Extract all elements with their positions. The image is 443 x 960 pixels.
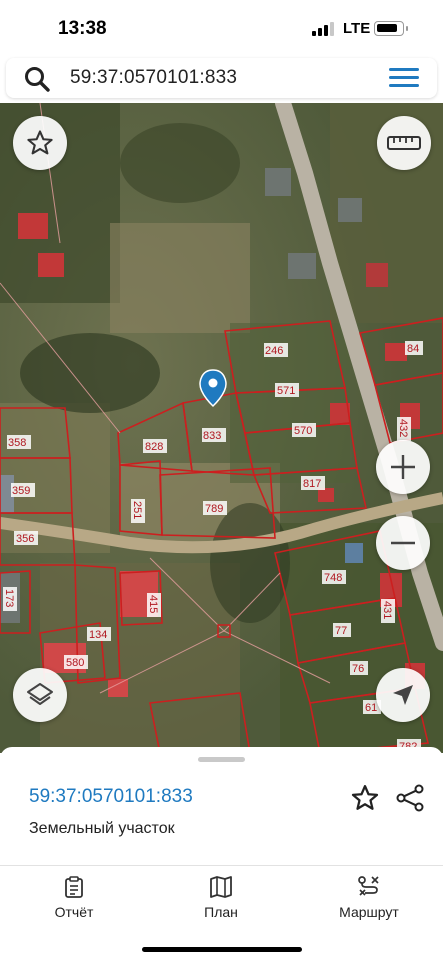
plot-label-358: 358 (8, 437, 26, 449)
network-type: LTE (343, 20, 371, 37)
signal-strength-icon (312, 22, 336, 36)
satellite-map[interactable]: 246 571 570 817 833 828 251 789 358 359 … (0, 103, 443, 753)
plot-label-431: 431 (381, 601, 393, 619)
clipboard-icon (65, 876, 83, 898)
home-indicator[interactable] (142, 947, 302, 952)
plot-label-76: 76 (352, 663, 364, 675)
ruler-icon (387, 136, 421, 150)
hamburger-menu-icon[interactable] (389, 68, 419, 88)
minus-icon (391, 541, 415, 545)
layers-button[interactable] (13, 668, 67, 722)
route-icon (358, 876, 379, 896)
share-icon[interactable] (395, 783, 425, 813)
plot-label-246: 246 (265, 345, 283, 357)
battery-icon (374, 21, 404, 36)
plot-label-173: 173 (3, 589, 15, 607)
plot-label-571: 571 (277, 385, 295, 397)
tab-route[interactable]: Маршрут (309, 876, 429, 920)
plot-label-817: 817 (303, 478, 321, 490)
map-book-icon (210, 876, 232, 898)
plot-label-61: 61 (365, 702, 377, 714)
locate-button[interactable] (376, 668, 430, 722)
tab-bar: Отчёт План Маршрут (0, 865, 443, 960)
plot-label-833: 833 (203, 430, 221, 442)
plot-label-432: 432 (397, 419, 409, 437)
favorite-button[interactable] (13, 116, 67, 170)
plot-label-570: 570 (294, 425, 312, 437)
status-bar: 13:38 LTE (0, 0, 443, 56)
ruler-button[interactable] (377, 116, 431, 170)
navigation-arrow-icon (393, 685, 413, 705)
bottom-sheet[interactable]: 59:37:0570101:833 Земельный участок (0, 747, 443, 865)
plot-label-356: 356 (16, 533, 34, 545)
search-input[interactable]: 59:37:0570101:833 (70, 67, 237, 89)
plot-label-77: 77 (335, 625, 347, 637)
tab-report[interactable]: Отчёт (14, 876, 134, 920)
sheet-drag-handle[interactable] (198, 757, 245, 762)
search-bar[interactable]: 59:37:0570101:833 (6, 58, 437, 98)
map-view[interactable]: 246 571 570 817 833 828 251 789 358 359 … (0, 103, 443, 753)
tab-plan[interactable]: План (161, 876, 281, 920)
plot-label-748: 748 (324, 572, 342, 584)
object-type: Земельный участок (29, 820, 175, 837)
plus-icon (391, 455, 415, 479)
plot-label-789: 789 (205, 503, 223, 515)
search-icon[interactable] (24, 66, 50, 92)
plot-label-580: 580 (66, 657, 84, 669)
tab-report-label: Отчёт (54, 904, 94, 920)
plot-label-415: 415 (147, 595, 159, 613)
plot-label-359: 359 (12, 485, 30, 497)
tab-route-label: Маршрут (339, 904, 399, 920)
battery-cap (406, 26, 408, 31)
star-icon (27, 130, 53, 155)
plot-label-84: 84 (407, 343, 419, 355)
zoom-in-button[interactable] (376, 440, 430, 494)
plot-label-134: 134 (89, 629, 107, 641)
star-outline-icon[interactable] (350, 783, 380, 813)
tab-plan-label: План (204, 904, 238, 920)
status-time: 13:38 (58, 18, 107, 39)
plot-label-251: 251 (131, 501, 143, 519)
cadastral-number[interactable]: 59:37:0570101:833 (29, 786, 193, 808)
zoom-out-button[interactable] (376, 516, 430, 570)
layers-icon (27, 683, 53, 705)
plot-label-828: 828 (145, 441, 163, 453)
